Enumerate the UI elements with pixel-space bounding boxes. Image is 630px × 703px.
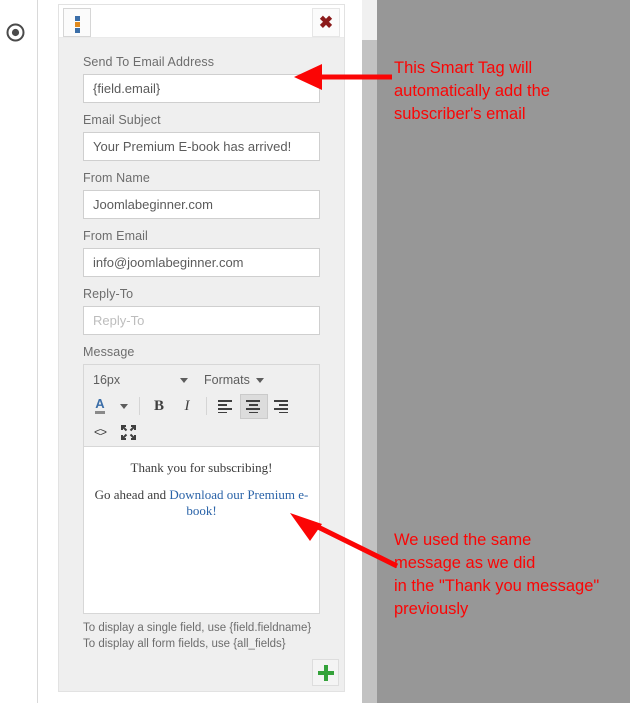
- drag-dot: [75, 28, 80, 33]
- toolbar-row-2: A B I: [86, 393, 317, 419]
- email-subject-input[interactable]: [83, 132, 320, 161]
- panel-header: ✖: [59, 5, 344, 38]
- target-circle-icon[interactable]: [6, 23, 25, 42]
- plus-icon: [318, 671, 334, 675]
- fullscreen-icon: [120, 424, 136, 440]
- from-name-input[interactable]: [83, 190, 320, 219]
- align-right-icon: [274, 399, 288, 413]
- bold-button[interactable]: B: [145, 394, 173, 419]
- left-rail: [0, 0, 38, 703]
- text-color-icon: A: [95, 397, 105, 414]
- align-left-button[interactable]: [212, 394, 240, 419]
- formats-value: Formats: [204, 373, 250, 387]
- toolbar-row-3: <>: [86, 419, 317, 445]
- text-color-button[interactable]: A: [86, 394, 114, 419]
- toolbar-divider: [139, 397, 140, 415]
- message-line-1: Thank you for subscribing!: [130, 460, 273, 475]
- source-code-button[interactable]: <>: [86, 420, 114, 445]
- annotation-arrow-bottom: [290, 513, 399, 569]
- send-to-email-input[interactable]: [83, 74, 320, 103]
- source-code-icon: <>: [93, 425, 107, 439]
- close-icon[interactable]: ✖: [312, 8, 340, 37]
- annotation-smart-tag: This Smart Tag will automatically add th…: [394, 59, 550, 123]
- fullscreen-button[interactable]: [114, 420, 142, 445]
- bold-icon: B: [153, 397, 164, 414]
- align-center-button[interactable]: [240, 393, 268, 419]
- toolbar-divider: [206, 397, 207, 415]
- from-email-label: From Email: [83, 229, 148, 243]
- email-subject-label: Email Subject: [83, 113, 161, 127]
- reply-to-label: Reply-To: [83, 287, 134, 301]
- from-email-input[interactable]: [83, 248, 320, 277]
- from-name-label: From Name: [83, 171, 150, 185]
- align-center-icon: [246, 399, 260, 413]
- annotation-same-message: We used the same message as we did in th…: [394, 531, 600, 618]
- vertical-scrollbar-thumb[interactable]: [362, 40, 377, 703]
- drag-dot: [75, 22, 80, 27]
- hint-single-field: To display a single field, use {field.fi…: [83, 622, 312, 634]
- italic-icon: I: [184, 397, 190, 414]
- chevron-down-icon: [180, 377, 188, 383]
- chevron-down-icon: [120, 403, 128, 409]
- message-line-2-prefix: Go ahead and: [94, 487, 170, 502]
- italic-button[interactable]: I: [173, 394, 201, 419]
- send-to-email-label: Send To Email Address: [83, 55, 215, 69]
- chevron-down-icon: [255, 377, 264, 383]
- fontsize-select[interactable]: 16px: [86, 368, 193, 392]
- align-left-icon: [218, 399, 232, 413]
- email-notification-panel: ✖ Send To Email Address Email Subject Fr…: [58, 4, 345, 692]
- formats-select[interactable]: Formats: [197, 368, 269, 392]
- drag-dot: [75, 16, 80, 21]
- message-line-2: Go ahead and Download our Premium e-book…: [94, 487, 309, 519]
- annotation-arrow-top: [294, 64, 392, 90]
- message-label: Message: [83, 345, 135, 359]
- reply-to-input[interactable]: [83, 306, 320, 335]
- align-right-button[interactable]: [268, 394, 296, 419]
- fontsize-value: 16px: [93, 373, 121, 387]
- add-notification-button[interactable]: [312, 659, 339, 686]
- editor-toolbar: 16px Formats A B I <>: [84, 365, 319, 446]
- text-color-dropdown[interactable]: [114, 394, 134, 419]
- hint-all-fields: To display all form fields, use {all_fie…: [83, 638, 286, 650]
- toolbar-row-1: 16px Formats: [86, 367, 317, 393]
- drag-dots-icon[interactable]: [63, 8, 91, 37]
- message-rich-text-editor: 16px Formats A B I <> Thank you for subs…: [83, 364, 320, 614]
